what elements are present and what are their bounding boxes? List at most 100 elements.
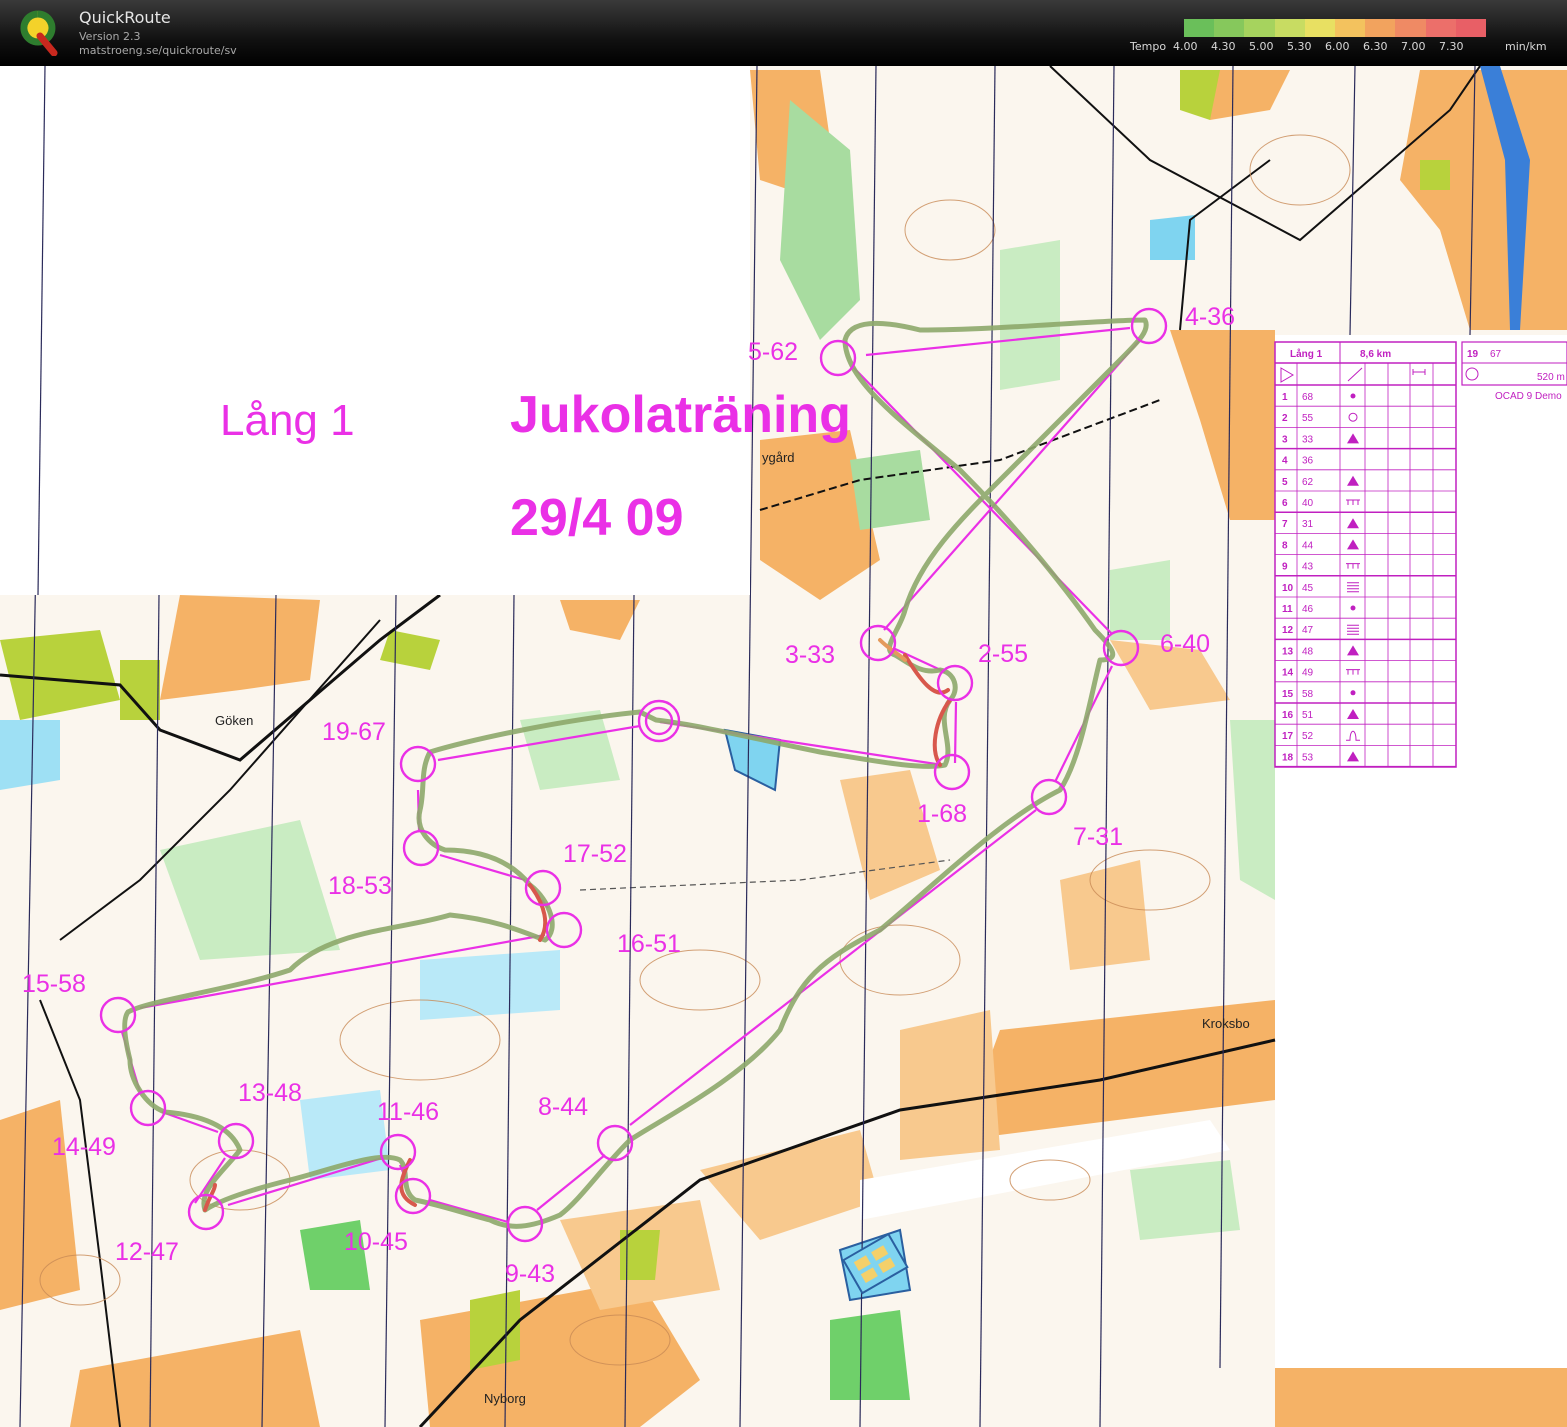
place-name: ygård — [762, 450, 795, 465]
tempo-tick: 6.30 — [1363, 40, 1388, 53]
tempo-color-segment — [1184, 19, 1215, 37]
control-label: 12-47 — [115, 1238, 179, 1266]
tempo-color-segment — [1365, 19, 1396, 37]
tempo-tick: 6.00 — [1325, 40, 1350, 53]
tempo-tick: 7.30 — [1439, 40, 1464, 53]
desc-feature-icon — [1346, 669, 1360, 675]
place-name: Nyborg — [484, 1391, 526, 1406]
desc-row-code: 52 — [1302, 731, 1314, 742]
tempo-color-segment — [1244, 19, 1275, 37]
tempo-unit: min/km — [1505, 40, 1547, 53]
desc-row-number: 6 — [1282, 498, 1288, 509]
tempo-tick: 4.30 — [1211, 40, 1236, 53]
tempo-tick: 7.00 — [1401, 40, 1426, 53]
desc-feature-icon — [1350, 605, 1356, 611]
desc-row-code: 40 — [1302, 498, 1314, 509]
desc-row-code: 47 — [1302, 625, 1314, 636]
desc-row-number: 5 — [1282, 477, 1288, 488]
place-name: Göken — [215, 713, 253, 728]
desc-extra-code: 67 — [1490, 349, 1502, 360]
desc-row-code: 53 — [1302, 752, 1314, 763]
desc-row-code: 31 — [1302, 519, 1314, 530]
desc-row-number: 8 — [1282, 540, 1288, 551]
desc-row-code: 46 — [1302, 604, 1314, 615]
tempo-tick: 5.00 — [1249, 40, 1274, 53]
desc-feature-icon — [1350, 393, 1356, 399]
control-label: 1-68 — [917, 800, 967, 828]
control-label: 8-44 — [538, 1093, 588, 1121]
desc-row-code: 62 — [1302, 477, 1314, 488]
desc-extra-distance: 520 m — [1537, 372, 1565, 383]
app-version: Version 2.3 — [79, 30, 141, 43]
tempo-tick: 5.30 — [1287, 40, 1312, 53]
desc-row-code: 51 — [1302, 710, 1314, 721]
control-label: 11-46 — [377, 1098, 439, 1126]
control-label: 19-67 — [322, 718, 386, 746]
app-title: QuickRoute — [79, 8, 171, 27]
desc-row-code: 58 — [1302, 689, 1314, 700]
tempo-color-segment — [1455, 19, 1487, 37]
control-label: 4-36 — [1185, 303, 1235, 331]
desc-feature-icon — [1346, 499, 1360, 505]
desc-course: Lång 1 — [1290, 348, 1323, 360]
place-name: Kroksbo — [1202, 1016, 1250, 1031]
desc-row-number: 16 — [1282, 710, 1294, 721]
desc-row-code: 33 — [1302, 434, 1314, 445]
app-url: matstroeng.se/quickroute/sv — [79, 44, 237, 57]
control-label: 10-45 — [344, 1228, 408, 1256]
control-label: 5-62 — [748, 338, 798, 366]
desc-row-code: 68 — [1302, 392, 1314, 403]
tempo-color-scale — [1184, 19, 1487, 37]
control-label: 7-31 — [1073, 823, 1123, 851]
control-label: 15-58 — [22, 970, 86, 998]
desc-row-number: 1 — [1282, 392, 1288, 403]
desc-row-number: 2 — [1282, 413, 1288, 424]
tempo-color-segment — [1214, 19, 1245, 37]
desc-row-number: 15 — [1282, 689, 1294, 700]
control-label: 14-49 — [52, 1133, 116, 1161]
desc-row-code: 45 — [1302, 583, 1314, 594]
event-date: 29/4 09 — [510, 489, 684, 547]
desc-row-code: 55 — [1302, 413, 1314, 424]
desc-row-code: 48 — [1302, 646, 1314, 657]
tempo-color-segment — [1335, 19, 1366, 37]
control-label: 17-52 — [563, 840, 627, 868]
control-label: 18-53 — [328, 872, 392, 900]
desc-row-number: 17 — [1282, 731, 1294, 742]
quickroute-logo-icon — [20, 10, 58, 56]
desc-row-code: 36 — [1302, 456, 1314, 467]
control-label: 9-43 — [505, 1260, 555, 1288]
desc-footer: OCAD 9 Demo — [1495, 391, 1562, 402]
app-header: QuickRoute Version 2.3 matstroeng.se/qui… — [0, 0, 1567, 66]
desc-extra-number: 19 — [1467, 349, 1479, 360]
desc-row-code: 44 — [1302, 540, 1314, 551]
tempo-color-segment — [1274, 19, 1305, 37]
desc-row-number: 13 — [1282, 646, 1294, 657]
tempo-label: Tempo — [1130, 40, 1167, 53]
control-label: 6-40 — [1160, 630, 1210, 658]
control-label: 2-55 — [978, 640, 1028, 668]
tempo-color-segment — [1425, 19, 1456, 37]
desc-row-code: 43 — [1302, 562, 1314, 573]
desc-feature-icon — [1350, 690, 1356, 696]
tempo-color-segment — [1304, 19, 1336, 37]
course-name: Lång 1 — [220, 396, 355, 445]
control-label: 3-33 — [785, 641, 835, 669]
desc-row-number: 3 — [1282, 434, 1288, 445]
control-label: 16-51 — [617, 930, 681, 958]
desc-row-code: 49 — [1302, 668, 1314, 679]
orienteering-map[interactable]: 1-68 2-55 3-33 4-36 5-62 6-40 7-31 8-44 … — [0, 66, 1567, 1427]
tempo-color-segment — [1395, 19, 1426, 37]
desc-row-number: 12 — [1282, 625, 1294, 636]
desc-row-number: 4 — [1282, 456, 1288, 467]
event-title: Jukolaträning — [510, 386, 851, 444]
desc-feature-icon — [1346, 563, 1360, 569]
control-label: 13-48 — [238, 1079, 302, 1107]
desc-row-number: 7 — [1282, 519, 1288, 530]
desc-row-number: 10 — [1282, 583, 1294, 594]
desc-row-number: 9 — [1282, 562, 1288, 573]
desc-row-number: 14 — [1282, 668, 1294, 679]
tempo-tick: 4.00 — [1173, 40, 1198, 53]
desc-row-number: 18 — [1282, 752, 1294, 763]
desc-row-number: 11 — [1282, 604, 1293, 615]
